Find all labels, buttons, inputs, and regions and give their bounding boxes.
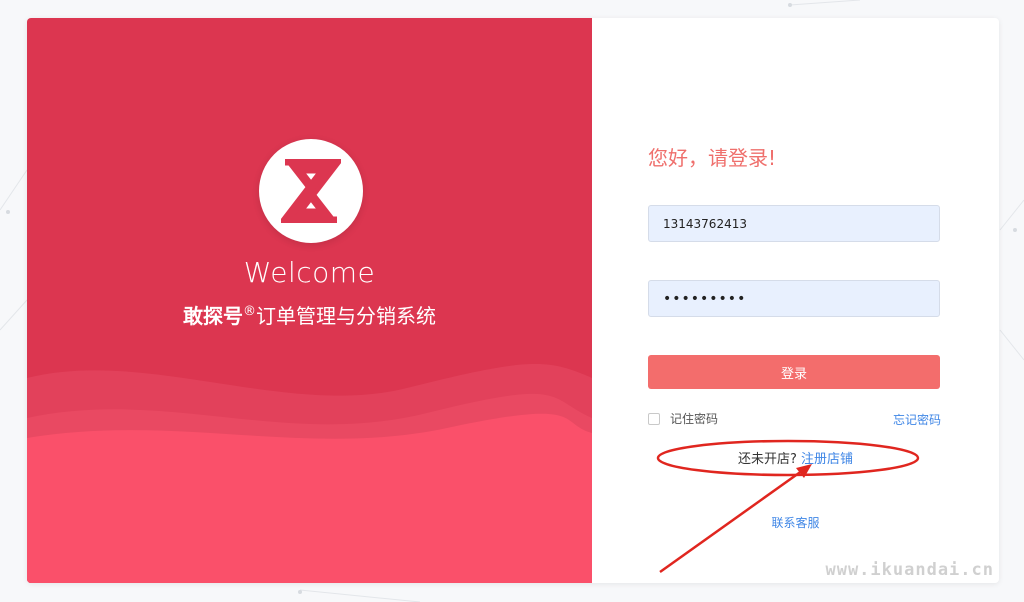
registered-mark: ® (243, 304, 256, 319)
system-name: 敢探号®订单管理与分销系统 (27, 300, 592, 329)
remember-label: 记住密码 (670, 412, 719, 426)
system-suffix: 订单管理与分销系统 (256, 304, 436, 328)
remember-password[interactable]: 记住密码 (648, 410, 718, 427)
login-greeting: 您好，请登录! (648, 146, 777, 170)
login-button[interactable]: 登录 (648, 355, 940, 389)
forgot-password-link[interactable]: 忘记密码 (893, 411, 941, 428)
phone-input[interactable] (648, 205, 940, 242)
register-prompt: 还未开店? 注册店铺 (592, 448, 999, 467)
no-shop-text: 还未开店? (737, 452, 797, 467)
site-watermark: www.ikuandai.cn (825, 560, 994, 580)
welcome-panel: Welcome 敢探号®订单管理与分销系统 (27, 18, 592, 583)
password-input[interactable] (648, 280, 940, 317)
contact-support-link[interactable]: 联系客服 (592, 514, 999, 531)
login-card: Welcome 敢探号®订单管理与分销系统 您好，请登录! 登录 记住密码 忘记… (27, 18, 999, 583)
hourglass-logo-icon (281, 159, 341, 223)
brand-name: 敢探号 (183, 304, 243, 328)
welcome-heading: Welcome (243, 256, 376, 289)
logo-badge (259, 139, 363, 243)
register-shop-link[interactable]: 注册店铺 (801, 452, 853, 467)
login-form-panel: 您好，请登录! 登录 记住密码 忘记密码 还未开店? 注册店铺 联系客服 (592, 18, 999, 583)
remember-checkbox[interactable] (648, 412, 660, 425)
